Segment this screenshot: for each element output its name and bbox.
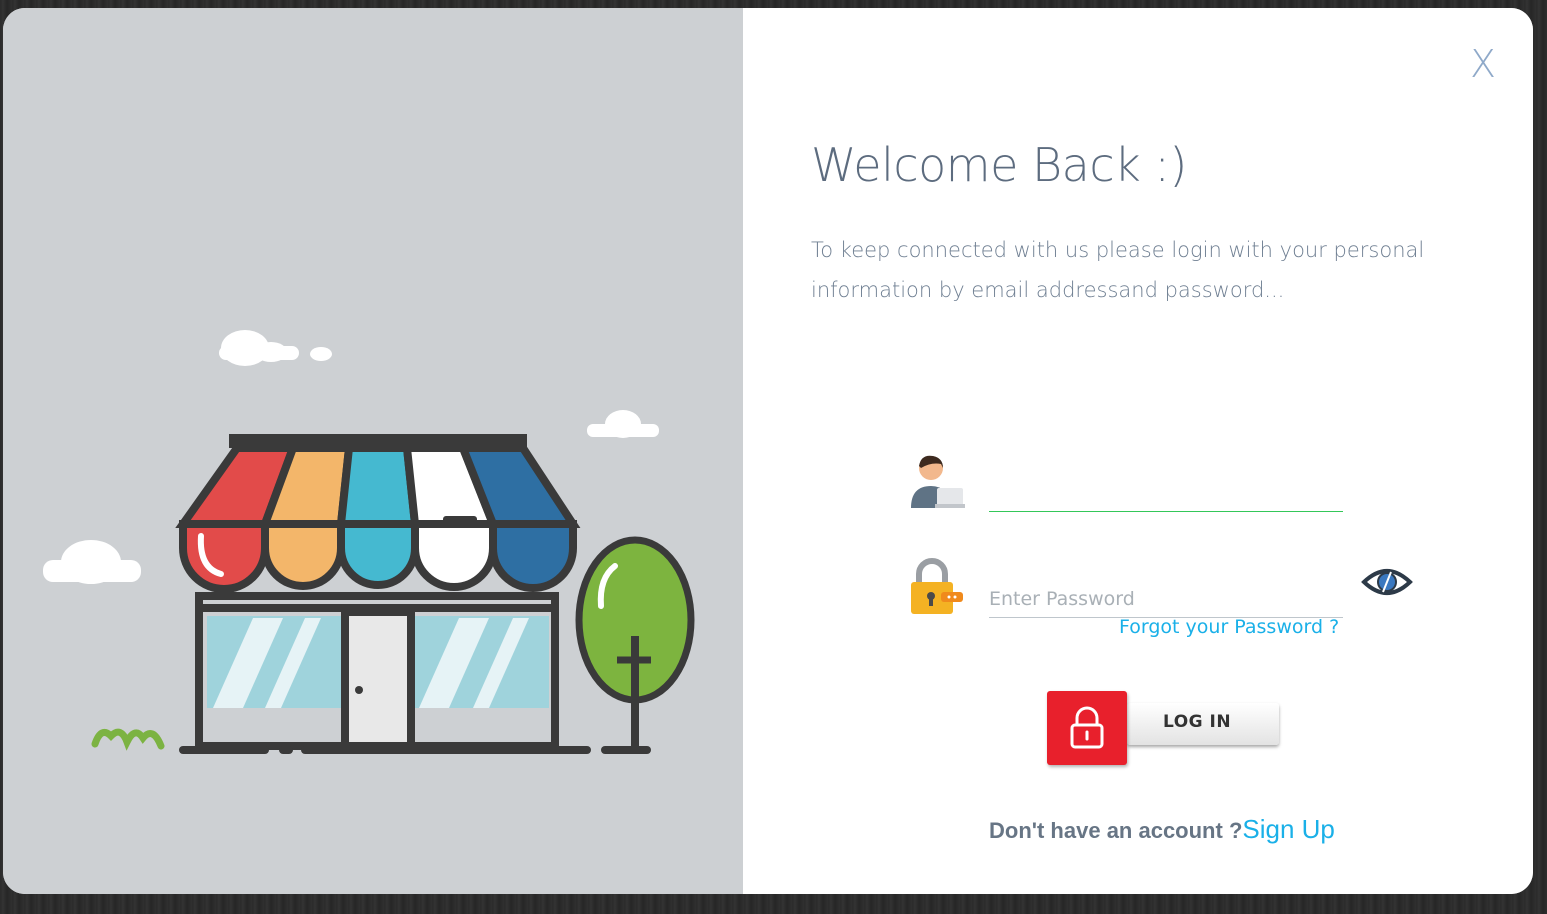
login-button-label: LOG IN [1163,712,1232,732]
eye-icon[interactable] [1361,562,1413,602]
forgot-password-link[interactable]: Forgot your Password ? [1119,616,1339,638]
login-button[interactable]: LOG IN [1047,691,1281,767]
username-field[interactable] [989,474,1343,512]
login-form-panel: X Welcome Back :) To keep connected with… [743,8,1533,894]
login-lock-badge [1047,691,1127,765]
user-avatar-icon [911,455,965,508]
signup-link[interactable]: Sign Up [1242,814,1335,845]
signup-prompt: Don't have an account ? [989,818,1243,843]
welcome-title: Welcome Back :) [811,138,1187,192]
illustration-panel [3,8,743,894]
storefront-illustration [43,330,695,754]
password-field[interactable] [989,580,1343,618]
padlock-icon [911,558,963,614]
lock-icon [1070,706,1104,749]
welcome-subtitle: To keep connected with us please login w… [811,238,1425,302]
close-button[interactable]: X [1470,42,1496,86]
signup-row: Don't have an account ? Sign Up [989,814,1335,845]
username-row [909,452,1343,512]
login-modal: X Welcome Back :) To keep connected with… [3,8,1533,894]
password-row [909,558,1343,618]
